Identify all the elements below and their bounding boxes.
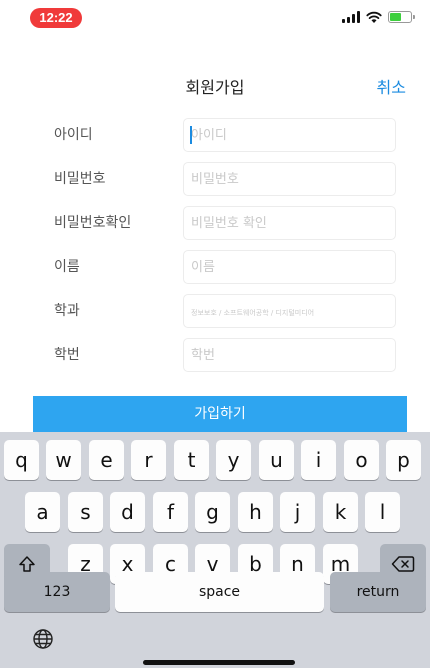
key-l[interactable]: l xyxy=(365,492,400,532)
signup-button[interactable]: 가입하기 xyxy=(33,396,407,432)
id-input[interactable] xyxy=(183,118,396,152)
key-j[interactable]: j xyxy=(280,492,315,532)
form-row-id: 아이디 xyxy=(0,118,430,152)
key-k[interactable]: k xyxy=(323,492,358,532)
key-a[interactable]: a xyxy=(25,492,60,532)
key-y[interactable]: y xyxy=(216,440,251,480)
page-title: 회원가입 xyxy=(185,78,245,97)
name-label: 이름 xyxy=(54,259,80,275)
wifi-icon xyxy=(366,11,382,23)
signal-icon xyxy=(342,11,360,23)
password-input[interactable] xyxy=(183,162,396,196)
key-s[interactable]: s xyxy=(68,492,103,532)
key-t[interactable]: t xyxy=(174,440,209,480)
name-input[interactable] xyxy=(183,250,396,284)
cancel-button[interactable]: 취소 xyxy=(377,74,406,98)
key-r[interactable]: r xyxy=(131,440,166,480)
student-id-label: 학번 xyxy=(54,347,80,363)
key-e[interactable]: e xyxy=(89,440,124,480)
battery-icon xyxy=(388,11,415,23)
return-key[interactable]: return xyxy=(330,572,426,612)
status-time: 12:22 xyxy=(30,8,82,28)
key-u[interactable]: u xyxy=(259,440,294,480)
key-d[interactable]: d xyxy=(110,492,145,532)
department-label: 학과 xyxy=(54,303,80,319)
backspace-icon xyxy=(391,556,415,572)
status-icons xyxy=(342,9,415,25)
numbers-key[interactable]: 123 xyxy=(4,572,110,612)
keyboard: q w e r t y u i o p a s d f g h j k l z … xyxy=(0,432,430,668)
key-q[interactable]: q xyxy=(4,440,39,480)
form-row-student-id: 학번 xyxy=(0,338,430,372)
id-label: 아이디 xyxy=(54,127,93,143)
password-label: 비밀번호 xyxy=(54,171,106,187)
key-f[interactable]: f xyxy=(153,492,188,532)
text-cursor xyxy=(190,126,192,144)
key-o[interactable]: o xyxy=(344,440,379,480)
form-row-department: 학과 xyxy=(0,294,430,328)
key-i[interactable]: i xyxy=(301,440,336,480)
home-indicator xyxy=(143,660,295,665)
status-bar: 12:22 xyxy=(0,0,430,40)
department-input[interactable] xyxy=(183,294,396,328)
globe-icon[interactable] xyxy=(32,628,54,650)
form-row-name: 이름 xyxy=(0,250,430,284)
key-p[interactable]: p xyxy=(386,440,421,480)
key-w[interactable]: w xyxy=(46,440,81,480)
password-confirm-label: 비밀번호확인 xyxy=(54,215,132,231)
password-confirm-input[interactable] xyxy=(183,206,396,240)
key-h[interactable]: h xyxy=(238,492,273,532)
key-g[interactable]: g xyxy=(195,492,230,532)
form-row-password-confirm: 비밀번호확인 xyxy=(0,206,430,240)
shift-icon xyxy=(19,556,35,572)
student-id-input[interactable] xyxy=(183,338,396,372)
space-key[interactable]: space xyxy=(115,572,324,612)
form-row-password: 비밀번호 xyxy=(0,162,430,196)
